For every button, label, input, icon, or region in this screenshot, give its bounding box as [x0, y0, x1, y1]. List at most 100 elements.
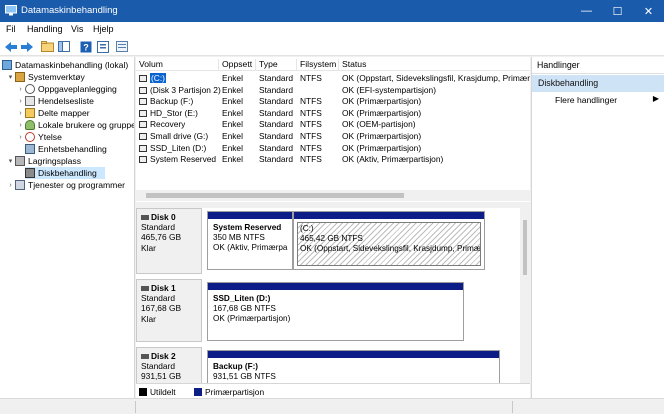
- console-icon[interactable]: [115, 40, 128, 53]
- actions-section-disk-management[interactable]: Diskbehandling: [532, 75, 664, 92]
- volume-cell: OK (EFI-systempartisjon): [342, 84, 437, 95]
- tree-item-local-users-groups[interactable]: › Lokale brukere og grupper: [16, 119, 134, 131]
- tree-item-storage[interactable]: ▾ Lagringsplass: [6, 155, 81, 167]
- collapse-icon[interactable]: ▾: [6, 157, 15, 165]
- volume-cell: NTFS: [300, 73, 322, 83]
- volume-cell: NTFS: [300, 154, 322, 165]
- column-header-volume[interactable]: Volum: [136, 59, 219, 71]
- volume-icon: [139, 75, 147, 82]
- help-icon[interactable]: ?: [79, 40, 92, 53]
- disk-0-row: Disk 0 Standard 465,76 GB Klar System Re…: [136, 208, 517, 276]
- volume-icon: [139, 133, 147, 140]
- expand-icon[interactable]: ›: [16, 110, 25, 117]
- expand-icon[interactable]: ›: [6, 182, 15, 189]
- minimize-button[interactable]: —: [571, 0, 602, 22]
- toolbar: ?: [0, 37, 664, 56]
- volume-cell: Backup (F:): [150, 96, 194, 107]
- volume-row[interactable]: Small drive (G:) Enkel Standard NTFS OK (Pri…: [136, 131, 530, 143]
- actions-pane: Handlinger Diskbehandling Flere handling…: [531, 57, 664, 398]
- tree-item-services-applications[interactable]: › Tjenester og programmer: [6, 179, 125, 191]
- menu-fil[interactable]: Fil: [6, 24, 16, 34]
- volume-row[interactable]: Backup (F:) Enkel Standard NTFS OK (Primærpa…: [136, 96, 530, 108]
- tree-item-task-scheduler[interactable]: › Oppgaveplanlegging: [16, 83, 117, 95]
- share-icon: [25, 108, 35, 118]
- vertical-scrollbar[interactable]: [520, 208, 530, 383]
- volume-list: Volum Oppsett Type Filsystem Status (C:)…: [136, 57, 530, 202]
- partition-ssd-liten[interactable]: SSD_Liten (D:) 167,68 GB NTFS OK (Primær…: [207, 282, 464, 341]
- menu-bar: Fil Handling Vis Hjelp: [0, 22, 664, 37]
- disk-0-info[interactable]: Disk 0 Standard 465,76 GB Klar: [136, 208, 202, 274]
- volume-cell: Recovery: [150, 119, 186, 130]
- scrollbar-thumb[interactable]: [146, 193, 404, 198]
- volume-cell: Standard: [259, 131, 293, 141]
- services-icon: [15, 180, 25, 190]
- scrollbar-thumb[interactable]: [523, 220, 527, 275]
- expand-icon[interactable]: ›: [16, 122, 25, 129]
- tree-item-device-manager[interactable]: Enhetsbehandling: [25, 143, 107, 155]
- more-actions-item[interactable]: Flere handlinger ▶: [532, 94, 664, 107]
- menu-hjelp[interactable]: Hjelp: [93, 24, 114, 34]
- partition-system-reserved[interactable]: System Reserved 350 MB NTFS OK (Aktiv, P…: [207, 211, 293, 270]
- primary-partition-bar: [208, 283, 463, 290]
- tree-item-event-viewer[interactable]: › Hendelsesliste: [16, 95, 94, 107]
- tools-icon: [15, 72, 25, 82]
- primary-partition-bar: [294, 212, 484, 219]
- volume-cell: OK (Primærpartisjon): [342, 131, 422, 141]
- volume-row[interactable]: HD_Stor (E:) Enkel Standard NTFS OK (Primærp…: [136, 108, 530, 120]
- disk-2-info[interactable]: Disk 2 Standard 931,51 GB: [136, 347, 202, 383]
- expand-icon[interactable]: ›: [16, 98, 25, 105]
- volume-row[interactable]: (Disk 3 Partisjon 2) Enkel Standard OK (EFI…: [136, 85, 530, 97]
- collapse-icon[interactable]: ▾: [6, 73, 15, 81]
- back-icon[interactable]: [4, 40, 17, 53]
- volume-cell: NTFS: [300, 131, 322, 141]
- partition-c[interactable]: (C:) 465,42 GB NTFS OK (Oppstart, Sideve…: [293, 211, 485, 270]
- volume-row[interactable]: SSD_Liten (D:) Enkel Standard NTFS OK (Primæ…: [136, 143, 530, 155]
- volume-cell: (Disk 3 Partisjon 2): [150, 84, 221, 95]
- disk-map: Disk 0 Standard 465,76 GB Klar System Re…: [136, 208, 530, 383]
- volume-cell: HD_Stor (E:): [150, 107, 198, 118]
- tree-item-shared-folders[interactable]: › Delte mapper: [16, 107, 90, 119]
- volume-cell: NTFS: [300, 119, 322, 130]
- log-icon: [25, 96, 35, 106]
- horizontal-scrollbar[interactable]: [136, 190, 530, 201]
- disk-icon: [141, 354, 149, 360]
- expand-icon[interactable]: ›: [16, 86, 25, 93]
- volume-cell: NTFS: [300, 142, 322, 153]
- tree-item-performance[interactable]: › Ytelse: [16, 131, 62, 143]
- unallocated-swatch: [139, 388, 147, 396]
- column-header-status[interactable]: Status: [339, 59, 530, 71]
- disk-1-info[interactable]: Disk 1 Standard 167,68 GB Klar: [136, 279, 202, 342]
- up-folder-icon[interactable]: [41, 40, 54, 53]
- tree-item-system-tools[interactable]: ▾ Systemverktøy: [6, 71, 85, 83]
- column-header-type[interactable]: Type: [256, 59, 297, 71]
- volume-icon: [139, 98, 147, 106]
- volume-cell: Small drive (G:): [150, 131, 209, 141]
- column-header-layout[interactable]: Oppsett: [219, 59, 256, 71]
- volume-cell: Enkel: [222, 107, 243, 118]
- legend-primary-label: Primærpartisjon: [205, 387, 265, 397]
- title-bar[interactable]: Datamaskinbehandling — ☐ ✕: [0, 0, 664, 22]
- computer-management-window: Datamaskinbehandling — ☐ ✕ Fil Handling …: [0, 0, 664, 414]
- volume-row[interactable]: System Reserved Enkel Standard NTFS OK (Akti…: [136, 154, 530, 166]
- column-header-filesystem[interactable]: Filsystem: [297, 59, 339, 71]
- forward-icon[interactable]: [20, 40, 33, 53]
- maximize-button[interactable]: ☐: [602, 0, 633, 22]
- properties-icon[interactable]: [96, 40, 109, 53]
- volume-row[interactable]: (C:) Enkel Standard NTFS OK (Oppstart, Sidev…: [136, 73, 530, 85]
- volume-cell: Enkel: [222, 84, 243, 95]
- tree-item-disk-management[interactable]: Diskbehandling: [25, 167, 105, 179]
- show-hide-tree-icon[interactable]: [57, 40, 70, 53]
- volume-cell: Standard: [259, 142, 293, 153]
- close-button[interactable]: ✕: [633, 0, 664, 22]
- volume-cell: OK (Aktiv, Primærpartisjon): [342, 154, 444, 165]
- menu-handling[interactable]: Handling: [27, 24, 63, 34]
- tree-item-computer-management[interactable]: Datamaskinbehandling (lokal): [2, 59, 128, 71]
- partition-backup[interactable]: Backup (F:) 931,51 GB NTFS: [207, 350, 500, 383]
- menu-vis[interactable]: Vis: [71, 24, 83, 34]
- volume-row[interactable]: Recovery Enkel Standard NTFS OK (OEM-partisj…: [136, 119, 530, 131]
- volume-cell: Standard: [259, 73, 293, 83]
- disk-icon: [141, 286, 149, 292]
- expand-icon[interactable]: ›: [16, 134, 25, 141]
- maximize-icon: ☐: [612, 5, 623, 18]
- volume-cell: OK (Oppstart, Sidevekslingsfil, Krasjdum…: [342, 73, 530, 83]
